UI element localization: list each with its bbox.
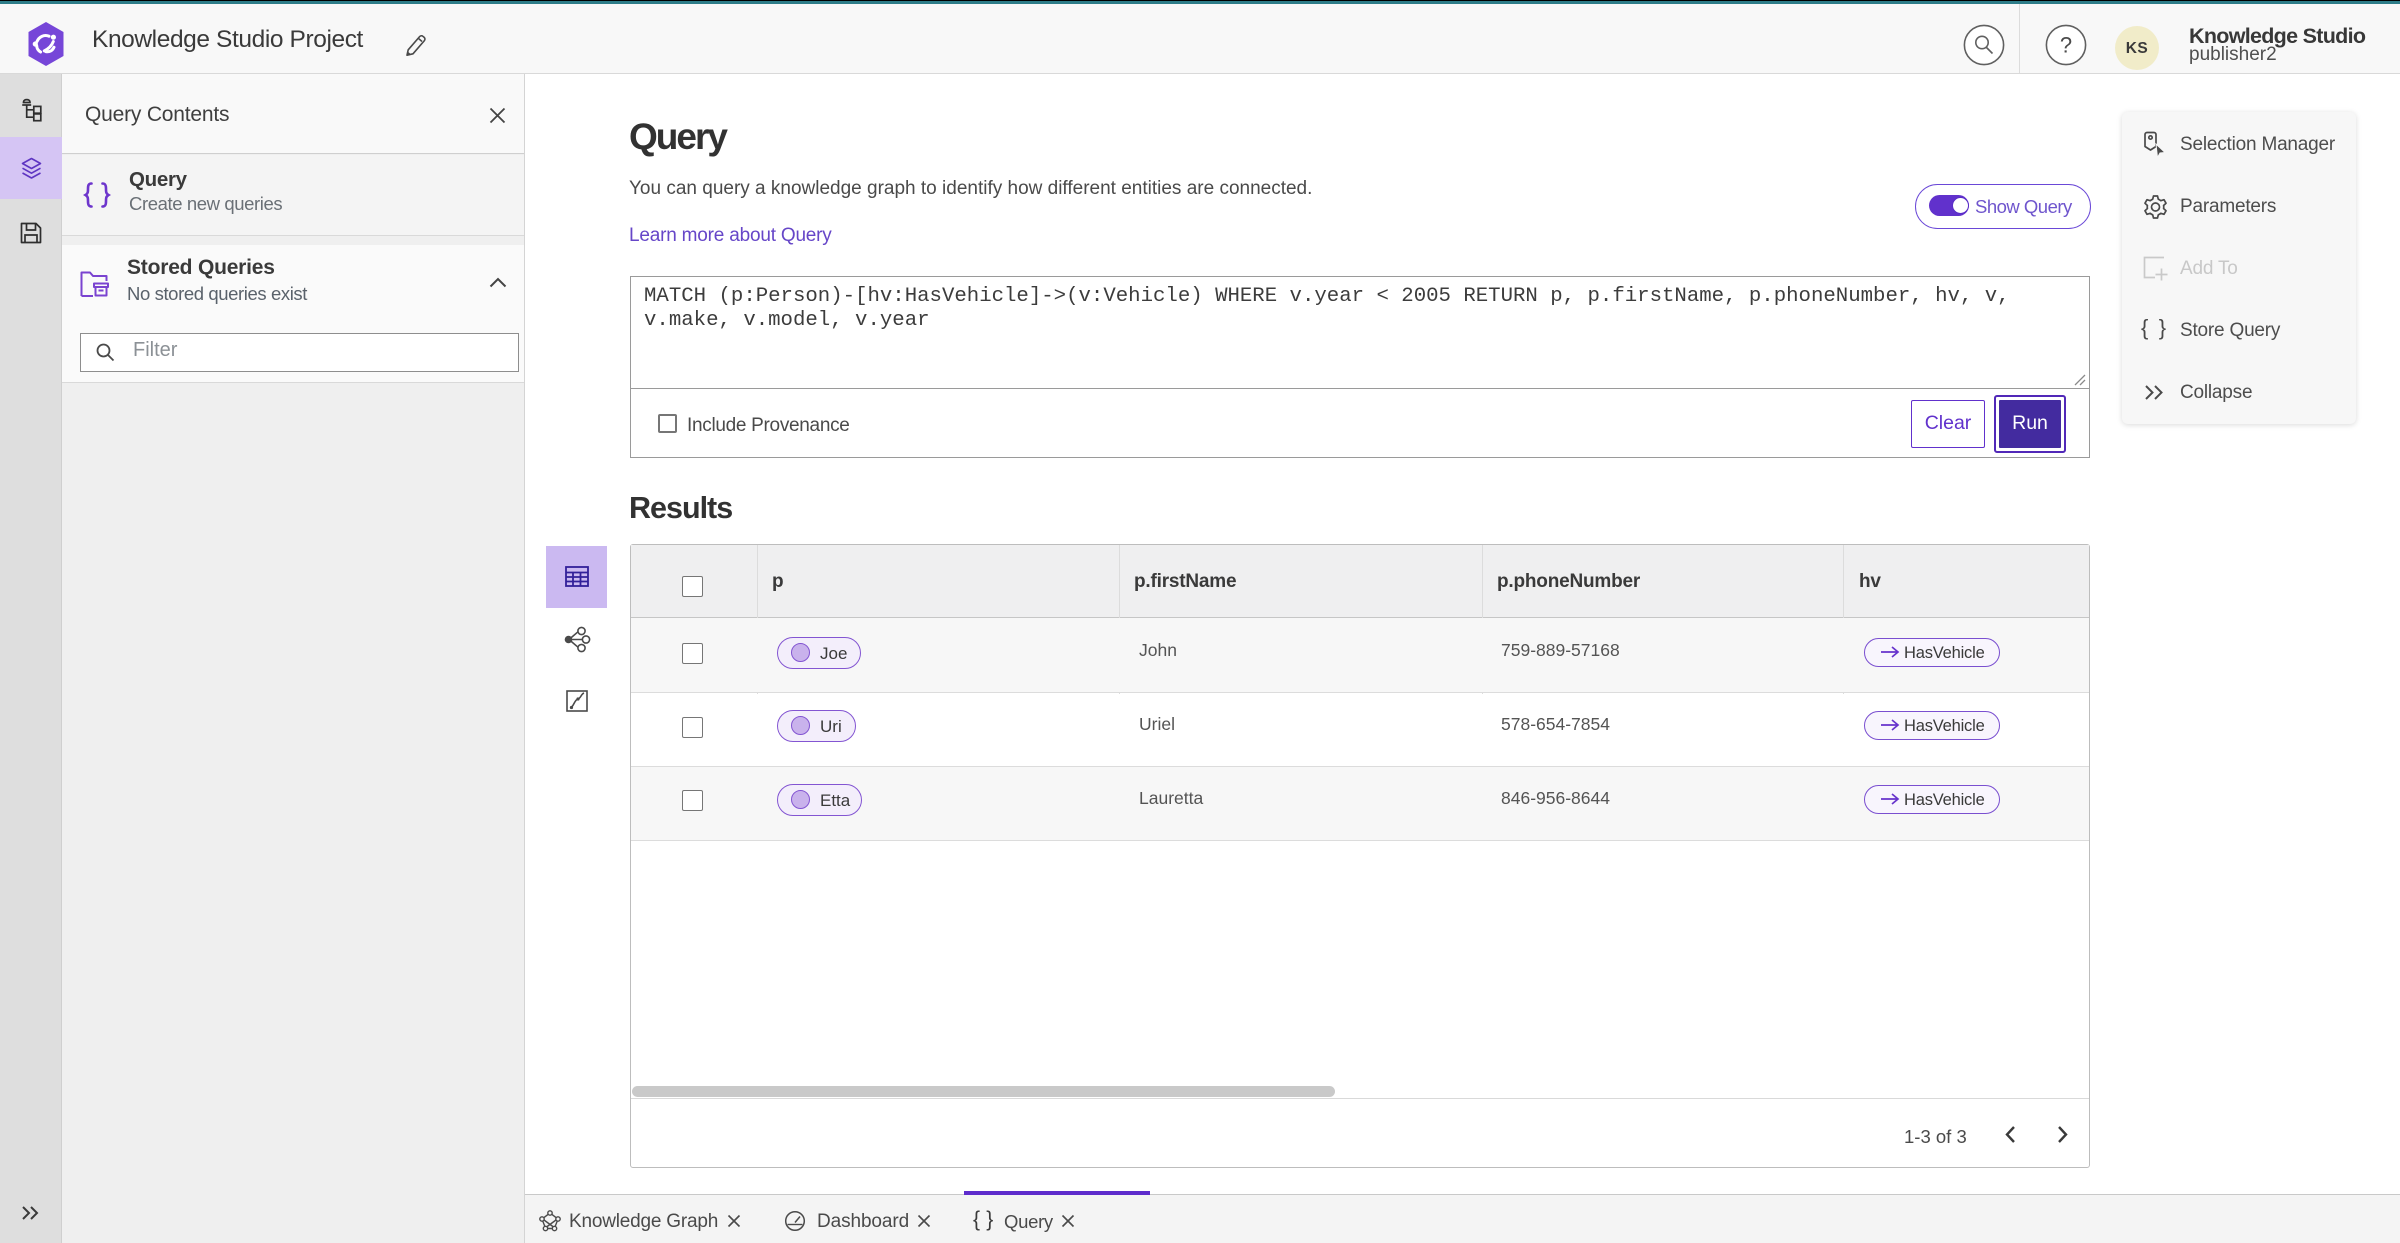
svg-text:?: ? (2060, 33, 2072, 58)
